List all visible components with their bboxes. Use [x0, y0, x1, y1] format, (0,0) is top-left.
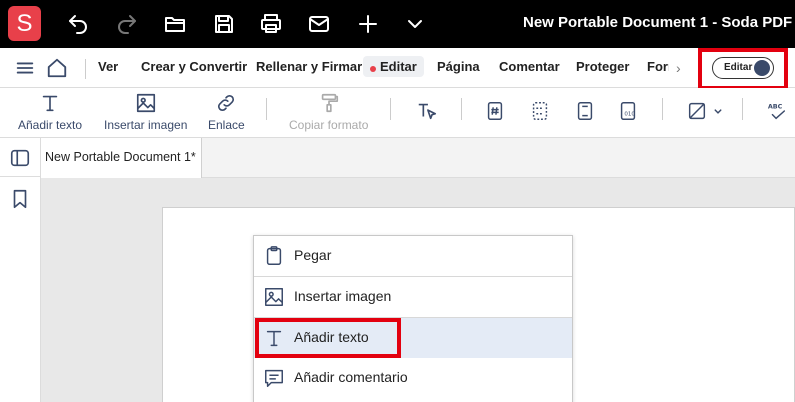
menu-item-ver[interactable]: Ver — [98, 59, 118, 74]
add-text-button[interactable]: Añadir texto — [18, 92, 82, 132]
home-icon[interactable] — [46, 57, 68, 79]
app-logo[interactable]: S — [8, 6, 41, 41]
toolbar-divider — [662, 98, 663, 120]
rail-divider — [0, 176, 40, 177]
link-button[interactable]: Enlace — [208, 92, 245, 132]
redo-icon[interactable] — [115, 12, 139, 36]
svg-text:ABC: ABC — [768, 102, 783, 110]
mail-icon[interactable] — [307, 12, 331, 36]
image-icon — [263, 286, 285, 308]
clipboard-icon — [263, 245, 285, 267]
menu-item-comentar[interactable]: Comentar — [499, 59, 560, 74]
context-item-label: Añadir comentario — [294, 369, 408, 385]
menu-item-editar[interactable]: Editar — [363, 56, 424, 77]
toolbar-divider — [390, 98, 391, 120]
spell-check-icon[interactable]: ABC — [766, 100, 788, 122]
hamburger-menu-icon[interactable] — [14, 57, 36, 79]
redact-icon[interactable] — [686, 100, 708, 122]
plus-icon[interactable] — [356, 12, 380, 36]
copy-format-label: Copiar formato — [289, 118, 369, 132]
print-icon[interactable] — [259, 12, 283, 36]
comment-icon — [263, 367, 285, 389]
chevron-down-icon[interactable] — [403, 12, 427, 36]
toolbar-divider — [742, 98, 743, 120]
context-item-label: Pegar — [294, 247, 332, 263]
link-icon — [215, 92, 237, 114]
text-icon — [39, 92, 61, 114]
undo-icon[interactable] — [66, 12, 90, 36]
edit-toolbar: Añadir texto Insertar imagen Enlace Copi… — [0, 88, 795, 138]
window-title: New Portable Document 1 - Soda PDF 360 — [523, 14, 795, 31]
header-footer-icon[interactable] — [529, 100, 551, 122]
panel-toggle-icon[interactable] — [9, 147, 31, 169]
open-folder-icon[interactable] — [163, 12, 187, 36]
document-tab[interactable]: New Portable Document 1* — [41, 138, 202, 178]
title-bar: S New Portable Document 1 - Soda PDF 360 — [0, 0, 795, 48]
menu-item-formularios[interactable]: Forr — [647, 59, 669, 74]
add-text-highlight — [255, 318, 401, 358]
menu-bar: Ver Crear y Convertir Rellenar y Firmar … — [0, 48, 795, 88]
bates-numbering-icon[interactable]: 010 — [617, 100, 639, 122]
insert-image-button[interactable]: Insertar imagen — [104, 92, 187, 132]
link-label: Enlace — [208, 118, 245, 132]
toolbar-divider — [266, 98, 267, 120]
paint-roller-icon — [318, 92, 340, 114]
insert-image-label: Insertar imagen — [104, 118, 188, 132]
redact-dropdown-icon[interactable] — [707, 100, 722, 122]
context-item-pegar[interactable]: Pegar — [254, 236, 572, 276]
svg-text:010: 010 — [624, 112, 635, 118]
image-icon — [135, 92, 157, 114]
menu-item-crear-convertir[interactable]: Crear y Convertir — [141, 59, 247, 74]
menu-item-pagina[interactable]: Página — [437, 59, 480, 74]
edit-mode-highlight — [698, 48, 788, 90]
menu-divider — [85, 59, 86, 79]
menu-item-rellenar-firmar[interactable]: Rellenar y Firmar — [256, 59, 362, 74]
left-rail — [0, 138, 41, 402]
menu-item-proteger[interactable]: Proteger — [576, 59, 629, 74]
page-icon[interactable] — [574, 100, 596, 122]
copy-format-button[interactable]: Copiar formato — [289, 92, 368, 132]
toolbar-divider — [461, 98, 462, 120]
context-item-label: Insertar imagen — [294, 288, 392, 304]
document-tab-strip: New Portable Document 1* — [41, 138, 795, 178]
page-number-icon[interactable] — [484, 100, 506, 122]
text-select-icon[interactable] — [416, 100, 438, 122]
add-text-label: Añadir texto — [18, 118, 83, 132]
context-item-anadir-comentario[interactable]: Añadir comentario — [254, 358, 572, 398]
context-item-insertar-imagen[interactable]: Insertar imagen — [254, 277, 572, 317]
bookmark-icon[interactable] — [9, 188, 31, 210]
menu-scroll-right-icon[interactable]: › — [676, 60, 681, 76]
save-icon[interactable] — [212, 12, 236, 36]
